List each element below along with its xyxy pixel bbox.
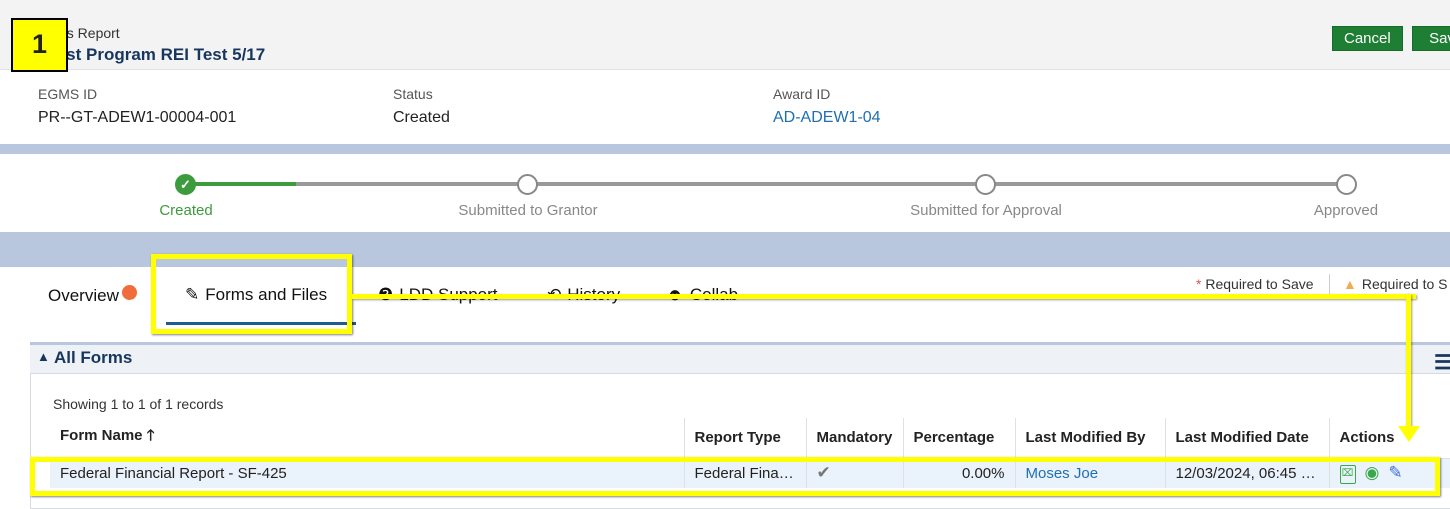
column-header-last-modified-by[interactable]: Last Modified By bbox=[1015, 418, 1166, 459]
step-approved-label: Approved bbox=[1313, 202, 1379, 219]
pdf-icon[interactable]: ⌧ bbox=[1339, 464, 1356, 484]
last-modified-date-cell: 12/03/2024, 06:45 PM bbox=[1165, 458, 1330, 488]
column-header-report-type[interactable]: Report Type bbox=[684, 418, 807, 459]
eye-icon[interactable]: ◉ bbox=[1365, 463, 1380, 483]
column-header-form-name[interactable]: Form Name 🡑 bbox=[50, 418, 685, 459]
required-to-save-text: Required to Save bbox=[1205, 276, 1314, 292]
step-submitted-approval-label: Submitted for Approval bbox=[910, 202, 1062, 219]
status-field: Status Created bbox=[393, 86, 450, 127]
all-forms-title-text: All Forms bbox=[53, 348, 133, 367]
column-header-percentage[interactable]: Percentage bbox=[903, 418, 1016, 459]
status-label: Status bbox=[393, 86, 433, 102]
collapse-triangle-icon: ▲ bbox=[37, 349, 50, 364]
award-id-label: Award ID bbox=[773, 86, 831, 102]
step-created-label: Created bbox=[159, 202, 213, 219]
progress-track-pending bbox=[296, 182, 1346, 186]
form-name-cell[interactable]: Federal Financial Report - SF-425 bbox=[50, 458, 685, 488]
cancel-button[interactable]: Cancel bbox=[1332, 26, 1403, 51]
report-type-cell: Federal Financial Report bbox=[684, 458, 807, 488]
table-row[interactable]: Federal Financial Report - SF-425 Federa… bbox=[50, 458, 1450, 488]
column-header-actions: Actions bbox=[1329, 418, 1450, 459]
divider-band-2 bbox=[0, 232, 1450, 267]
paperclip-icon: ✎ bbox=[185, 285, 200, 304]
step-submitted-grantor-node bbox=[517, 174, 538, 195]
tab-forms-and-files[interactable]: ✎ Forms and Files bbox=[185, 285, 327, 305]
page-title: lyst Program REI Test 5/17 bbox=[52, 45, 266, 64]
award-id-field: Award ID AD-ADEW1-04 bbox=[773, 86, 881, 127]
warning-icon: ▲ bbox=[1343, 276, 1357, 292]
actions-cell: ⌧ ◉ ✎ bbox=[1329, 458, 1450, 488]
callout-connector-vertical bbox=[1406, 294, 1411, 430]
required-to-submit-legend: ▲ Required to S bbox=[1343, 276, 1447, 292]
tab-overview[interactable]: Overview bbox=[48, 285, 137, 306]
egms-id-label: EGMS ID bbox=[38, 86, 98, 102]
required-star-icon: * bbox=[1196, 276, 1202, 292]
legend-divider bbox=[1329, 274, 1330, 294]
tab-overview-label: Overview bbox=[48, 286, 119, 305]
award-id-link[interactable]: AD-ADEW1-04 bbox=[773, 109, 881, 127]
forms-table: Form Name 🡑 Report Type Mandatory Percen… bbox=[50, 418, 1450, 488]
pencil-icon[interactable]: ✎ bbox=[1388, 463, 1402, 483]
column-menu-icon[interactable]: ☰ bbox=[1434, 350, 1450, 375]
all-forms-title[interactable]: ▲ All Forms bbox=[37, 348, 132, 368]
table-header-row: Form Name 🡑 Report Type Mandatory Percen… bbox=[50, 418, 1450, 459]
required-to-save-legend: * Required to Save bbox=[1196, 276, 1314, 292]
divider-band bbox=[0, 144, 1450, 154]
percentage-cell: 0.00% bbox=[903, 458, 1016, 488]
egms-id-value: PR--GT-ADEW1-00004-001 bbox=[38, 109, 237, 126]
page-header: ess Report lyst Program REI Test 5/17 Ca… bbox=[0, 0, 1450, 70]
active-tab-indicator bbox=[166, 322, 356, 325]
callout-arrow-head bbox=[1398, 426, 1420, 442]
status-value: Created bbox=[393, 109, 450, 126]
step-submitted-approval-node bbox=[975, 174, 996, 195]
mandatory-cell: ✔ bbox=[806, 458, 904, 488]
egms-id-field: EGMS ID PR--GT-ADEW1-00004-001 bbox=[38, 86, 236, 127]
step-number-callout: 1 bbox=[11, 18, 68, 72]
required-to-submit-text: Required to S bbox=[1361, 276, 1448, 292]
alert-dot-icon bbox=[121, 285, 137, 300]
column-header-last-modified-date[interactable]: Last Modified Date bbox=[1165, 418, 1330, 459]
progress-tracker bbox=[0, 154, 1450, 232]
step-approved-node bbox=[1336, 174, 1357, 195]
save-button[interactable]: Sav bbox=[1412, 26, 1450, 51]
last-modified-by-link[interactable]: Moses Joe bbox=[1015, 458, 1166, 488]
step-created-node: ✓ bbox=[175, 174, 196, 195]
step-submitted-grantor-label: Submitted to Grantor bbox=[458, 202, 598, 219]
tab-forms-and-files-label: Forms and Files bbox=[205, 285, 328, 304]
records-count: Showing 1 to 1 of 1 records bbox=[53, 396, 224, 412]
checkmark-icon: ✔ bbox=[816, 463, 831, 483]
all-forms-panel-header[interactable] bbox=[30, 342, 1450, 374]
callout-connector-horizontal bbox=[352, 294, 1416, 299]
progress-track-complete bbox=[186, 182, 296, 186]
sort-ascending-icon: 🡑 bbox=[146, 427, 155, 445]
column-header-mandatory[interactable]: Mandatory bbox=[806, 418, 904, 459]
